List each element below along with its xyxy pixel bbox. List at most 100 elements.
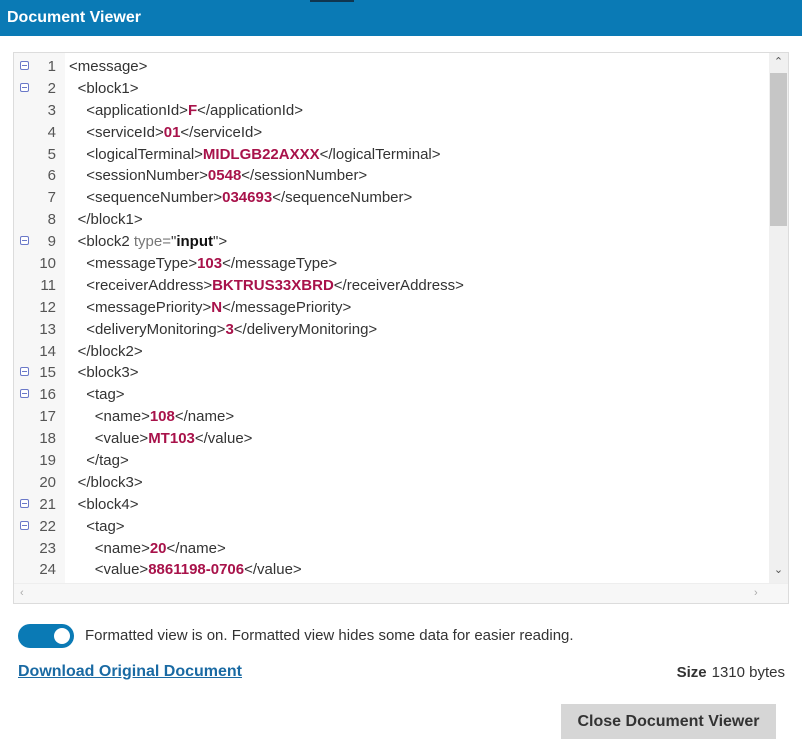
- vertical-scrollbar[interactable]: ⌃ ⌄: [769, 53, 788, 583]
- scroll-up-arrow-icon[interactable]: ⌃: [769, 55, 788, 68]
- line-number: 13: [39, 320, 56, 338]
- xml-value: MIDLGB22AXXX: [202, 145, 320, 163]
- xml-tag: </serviceId>: [180, 123, 263, 141]
- xml-attribute: input: [176, 233, 213, 251]
- xml-tag: <messagePriority>: [86, 298, 212, 316]
- size-label: Size: [676, 664, 707, 681]
- xml-tag: <sessionNumber>: [86, 167, 208, 185]
- code-text: <value>MT103</value>: [95, 428, 253, 450]
- code-text: <logicalTerminal>MIDLGB22AXXX</logicalTe…: [86, 144, 440, 166]
- xml-tag: </messageType>: [222, 255, 338, 273]
- code-line: 2 <block1>: [14, 78, 770, 100]
- window-title: Document Viewer: [7, 9, 141, 26]
- code-line: 9 <block2 type="input">: [14, 231, 770, 253]
- xml-tag: <value>: [94, 561, 149, 579]
- document-size: Size 1310 bytes: [677, 664, 785, 681]
- xml-tag: <applicationId>: [86, 101, 188, 119]
- vertical-scroll-thumb[interactable]: [770, 73, 787, 226]
- scroll-down-arrow-icon[interactable]: ⌄: [769, 563, 788, 576]
- code-text: <sessionNumber>0548</sessionNumber>: [86, 165, 367, 187]
- xml-tag: </name>: [166, 539, 226, 557]
- code-lines: 1 <message> 2 <block1> 3 <applicationId>F</ap…: [14, 56, 770, 581]
- xml-tag: <sequenceNumber>: [86, 189, 223, 207]
- xml-tag: </block2>: [77, 342, 143, 360]
- code-line: 4 <serviceId>01</serviceId>: [14, 122, 770, 144]
- line-number: 3: [47, 101, 56, 119]
- code-text: <sequenceNumber>034693</sequenceNumber>: [86, 187, 412, 209]
- code-text: <block2 type="input">: [78, 231, 228, 253]
- line-number: 4: [47, 123, 56, 141]
- code-text: <tag>: [86, 384, 124, 406]
- line-number: 15: [39, 364, 56, 382]
- code-line: 14 </block2>: [14, 341, 770, 363]
- xml-tag: </logicalTerminal>: [319, 145, 441, 163]
- xml-tag: <block4>: [77, 495, 139, 513]
- xml-tag: <name>: [94, 408, 150, 426]
- code-text: <tag>: [86, 516, 124, 538]
- code-line: 18 <value>MT103</value>: [14, 428, 770, 450]
- xml-value: 01: [163, 123, 181, 141]
- xml-tag: </name>: [174, 408, 235, 426]
- xml-tag: <receiverAddress>: [86, 276, 213, 294]
- xml-tag: <message>: [69, 58, 148, 75]
- code-line: 21 <block4>: [14, 494, 770, 516]
- formatted-view-toggle[interactable]: [18, 624, 74, 648]
- line-number: 17: [39, 408, 56, 426]
- line-number: 19: [39, 452, 56, 470]
- code-line: 23 <name>20</name>: [14, 538, 770, 560]
- line-number: 20: [39, 473, 56, 491]
- xml-tag: <logicalTerminal>: [86, 145, 203, 163]
- xml-tag: <serviceId>: [86, 123, 164, 141]
- code-line: 1 <message>: [14, 56, 770, 78]
- close-document-viewer-button[interactable]: Close Document Viewer: [561, 704, 776, 739]
- xml-value: 3: [225, 320, 234, 338]
- code-line: 10 <messageType>103</messageType>: [14, 253, 770, 275]
- xml-tag: <deliveryMonitoring>: [86, 320, 226, 338]
- xml-tag: <block3>: [77, 364, 139, 382]
- code-line: 7 <sequenceNumber>034693</sequenceNumber>: [14, 187, 770, 209]
- xml-value: 8861198-0706: [148, 561, 245, 579]
- xml-tag: </tag>: [86, 452, 129, 470]
- code-line: 3 <applicationId>F</applicationId>: [14, 100, 770, 122]
- line-number: 23: [39, 539, 56, 557]
- line-number: 16: [39, 386, 56, 404]
- line-number: 5: [47, 145, 56, 163]
- code-text: </block1>: [78, 209, 143, 231]
- xml-tag: </value>: [244, 561, 302, 579]
- code-text: <applicationId>F</applicationId>: [86, 100, 303, 122]
- xml-tag: </messagePriority>: [222, 298, 352, 316]
- xml-tag: </block1>: [77, 211, 143, 229]
- code-text: <value>8861198-0706</value>: [95, 559, 302, 581]
- code-line: 11 <receiverAddress>BKTRUS33XBRD</receive…: [14, 275, 770, 297]
- xml-tag: <tag>: [86, 517, 125, 535]
- line-number: 21: [39, 495, 56, 513]
- scroll-right-arrow-icon[interactable]: ›: [754, 587, 758, 599]
- code-line: 24 <value>8861198-0706</value>: [14, 559, 770, 581]
- code-text: <block1>: [78, 78, 139, 100]
- code-line: 13 <deliveryMonitoring>3</deliveryMonitor…: [14, 319, 770, 341]
- xml-tag: </deliveryMonitoring>: [233, 320, 378, 338]
- line-number: 8: [47, 211, 56, 229]
- code-text: <message>: [69, 56, 147, 78]
- download-original-document-link[interactable]: Download Original Document: [18, 663, 242, 681]
- xml-tag: </sequenceNumber>: [272, 189, 413, 207]
- title-bar-accent: [310, 0, 354, 2]
- xml-tag: <block2: [77, 233, 134, 251]
- code-line: 15 <block3>: [14, 362, 770, 384]
- code-text: </block3>: [78, 472, 143, 494]
- code-text: <name>20</name>: [95, 538, 226, 560]
- line-number: 22: [39, 517, 56, 535]
- scroll-left-arrow-icon[interactable]: ‹: [20, 587, 24, 599]
- xml-tag: </receiverAddress>: [333, 276, 464, 294]
- horizontal-scrollbar[interactable]: ‹ ›: [14, 583, 788, 603]
- code-line: 12 <messagePriority>N</messagePriority>: [14, 297, 770, 319]
- xml-tag: <value>: [94, 430, 149, 448]
- code-line: 22 <tag>: [14, 516, 770, 538]
- code-line: 6 <sessionNumber>0548</sessionNumber>: [14, 165, 770, 187]
- xml-code-viewer[interactable]: 1 <message> 2 <block1> 3 <applicationId>F</ap…: [13, 52, 789, 604]
- code-line: 5 <logicalTerminal>MIDLGB22AXXX</logicalT…: [14, 144, 770, 166]
- xml-value: N: [211, 298, 223, 316]
- formatted-view-label: Formatted view is on. Formatted view hid…: [85, 627, 574, 644]
- xml-tag: </sessionNumber>: [241, 167, 368, 185]
- code-line: 16 <tag>: [14, 384, 770, 406]
